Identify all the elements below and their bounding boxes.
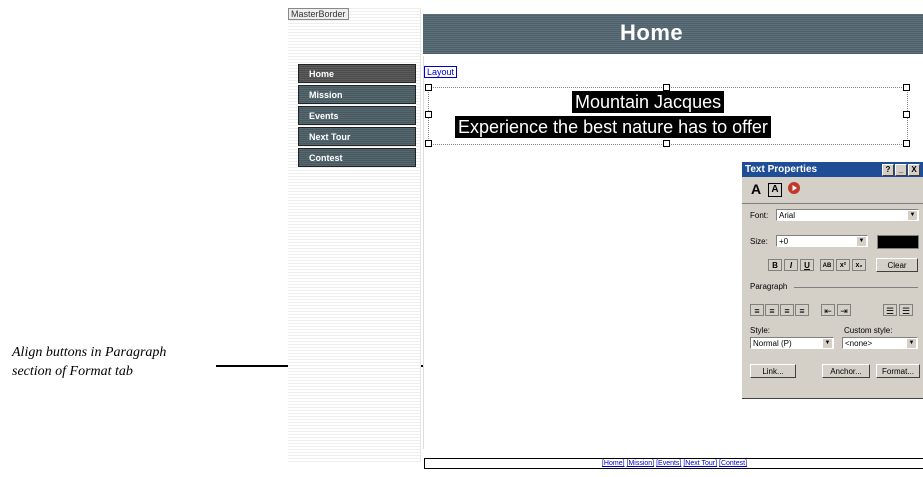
- minimize-button[interactable]: _: [895, 164, 907, 176]
- align-right-icon[interactable]: ≡: [780, 304, 794, 316]
- close-button[interactable]: X: [908, 164, 920, 176]
- callout-line-2: section of Format tab: [12, 364, 133, 379]
- headline-line-1[interactable]: Mountain Jacques: [572, 91, 725, 113]
- footer-link-contest[interactable]: [Contest]: [719, 460, 747, 467]
- footer-link-home[interactable]: [Home]: [602, 460, 625, 467]
- italic-button[interactable]: I: [784, 259, 798, 271]
- size-label: Size:: [750, 237, 768, 246]
- tab-character[interactable]: A: [748, 181, 764, 197]
- align-center-icon[interactable]: ≡: [765, 304, 779, 316]
- numbered-list-icon[interactable]: ☰: [883, 304, 897, 316]
- footer-link-events[interactable]: [Events]: [656, 460, 681, 467]
- selection-handle[interactable]: [663, 84, 670, 91]
- bold-button[interactable]: B: [768, 259, 782, 271]
- font-select[interactable]: Arial ▼: [776, 209, 919, 221]
- chevron-down-icon[interactable]: ▼: [908, 211, 917, 220]
- layout-label[interactable]: Layout: [424, 66, 458, 78]
- headline-line-2[interactable]: Experience the best nature has to offer: [455, 116, 771, 138]
- footer-link-mission[interactable]: [Mission]: [627, 460, 655, 467]
- panel-title-bar[interactable]: Text Properties ? _ X: [742, 162, 923, 177]
- decrease-indent-icon[interactable]: ⇤: [821, 304, 835, 316]
- underline-button[interactable]: U: [800, 259, 814, 271]
- align-justify-icon[interactable]: ≡: [795, 304, 809, 316]
- bulleted-list-icon[interactable]: ☰: [899, 304, 913, 316]
- custom-style-label: Custom style:: [844, 326, 893, 335]
- nav-item-events[interactable]: Events: [298, 106, 416, 125]
- selection-handle[interactable]: [425, 84, 432, 91]
- help-button[interactable]: ?: [882, 164, 894, 176]
- footer-links: [Home] [Mission] [Events] [Next Tour] [C…: [424, 458, 923, 469]
- nav-item-home[interactable]: Home: [298, 64, 416, 83]
- custom-style-value: <none>: [845, 339, 873, 348]
- nav-item-mission[interactable]: Mission: [298, 85, 416, 104]
- subscript-button[interactable]: x₂: [852, 259, 866, 271]
- increase-indent-icon[interactable]: ⇥: [837, 304, 851, 316]
- nav-item-next-tour[interactable]: Next Tour: [298, 127, 416, 146]
- page-title: Home: [620, 20, 684, 45]
- selection-handle[interactable]: [425, 111, 432, 118]
- chevron-down-icon[interactable]: ▼: [857, 237, 866, 246]
- clear-button[interactable]: Clear: [876, 258, 918, 272]
- style-label: Style:: [750, 326, 771, 335]
- callout-annotation: Align buttons in Paragraph section of Fo…: [12, 343, 166, 381]
- record-icon[interactable]: [786, 181, 802, 197]
- small-caps-button[interactable]: AB: [820, 259, 834, 271]
- style-value: Normal (P): [753, 339, 792, 348]
- link-button[interactable]: Link...: [750, 364, 796, 378]
- superscript-button[interactable]: x²: [836, 259, 850, 271]
- selection-handle[interactable]: [425, 140, 432, 147]
- color-swatch[interactable]: [877, 235, 919, 249]
- chevron-down-icon[interactable]: ▼: [907, 339, 916, 348]
- panel-title: Text Properties: [745, 164, 818, 175]
- size-value: +0: [779, 237, 789, 246]
- selection-handle[interactable]: [903, 111, 910, 118]
- anchor-button[interactable]: Anchor...: [822, 364, 870, 378]
- size-select[interactable]: +0 ▼: [776, 235, 868, 247]
- custom-style-select[interactable]: <none> ▼: [842, 337, 918, 349]
- panel-tabs: A A: [742, 177, 923, 204]
- font-label: Font:: [750, 211, 769, 220]
- format-button[interactable]: Format...: [876, 364, 920, 378]
- selection-handle[interactable]: [903, 84, 910, 91]
- style-select[interactable]: Normal (P) ▼: [750, 337, 834, 349]
- font-value: Arial: [779, 211, 796, 220]
- callout-line-1: Align buttons in Paragraph: [12, 345, 167, 360]
- nav-item-contest[interactable]: Contest: [298, 148, 416, 167]
- divider: [794, 287, 918, 288]
- selection-handle[interactable]: [663, 140, 670, 147]
- footer-link-next-tour[interactable]: [Next Tour]: [683, 460, 717, 467]
- tab-frame[interactable]: A: [768, 183, 782, 197]
- align-left-icon[interactable]: ≡: [750, 304, 764, 316]
- selection-handle[interactable]: [903, 140, 910, 147]
- text-properties-panel: Text Properties ? _ X A A Font: Arial ▼ …: [741, 161, 923, 398]
- chevron-down-icon[interactable]: ▼: [823, 339, 832, 348]
- master-border-label[interactable]: MasterBorder: [288, 8, 349, 20]
- paragraph-label: Paragraph: [750, 282, 788, 291]
- navigation-bar: Home Mission Events Next Tour Contest: [298, 64, 416, 169]
